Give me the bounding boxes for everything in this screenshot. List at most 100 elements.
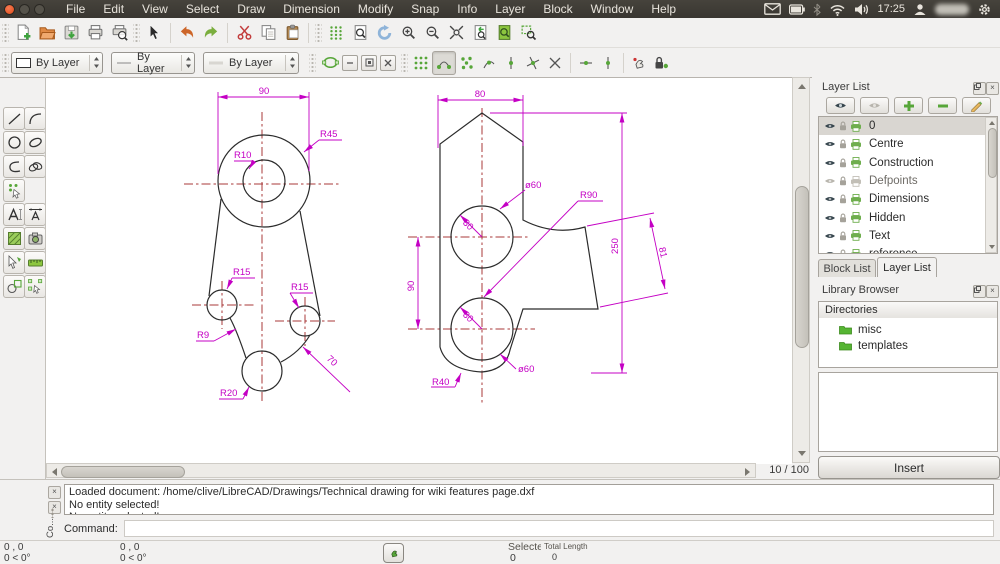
spline-tool-button[interactable] [24, 155, 46, 178]
layer-print-icon[interactable] [850, 175, 862, 187]
scroll-down-arrow[interactable] [798, 451, 806, 456]
print-button[interactable] [83, 21, 107, 45]
menu-item[interactable]: Select [177, 0, 228, 18]
layer-list-scrollbar[interactable] [985, 117, 997, 253]
layer-row[interactable]: Construction [819, 154, 997, 172]
layer-row[interactable]: Centre [819, 135, 997, 153]
layer-lock-icon[interactable] [839, 194, 847, 204]
menu-item[interactable]: Modify [349, 0, 402, 18]
layer-print-icon[interactable] [850, 138, 862, 150]
menu-item[interactable]: Window [582, 0, 643, 18]
library-float-button[interactable] [973, 285, 986, 298]
lock-relative-zero-button[interactable] [650, 52, 672, 74]
layer-row[interactable]: Defpoints [819, 172, 997, 190]
battery-icon[interactable] [789, 3, 806, 15]
snap-middle-button[interactable] [500, 52, 522, 74]
new-file-button[interactable] [11, 21, 35, 45]
save-button[interactable] [59, 21, 83, 45]
layer-panel-float-button[interactable] [973, 82, 986, 95]
layer-visibility-icon[interactable] [824, 195, 836, 203]
layer-visibility-icon[interactable] [824, 140, 836, 148]
text-tool-button[interactable] [3, 203, 25, 226]
combo-spinner[interactable] [181, 54, 192, 71]
select-entity-button[interactable] [318, 51, 342, 75]
paste-button[interactable] [280, 21, 304, 45]
snap-on-entity-button[interactable] [456, 52, 478, 74]
color-combo[interactable]: By Layer [11, 51, 103, 74]
menu-item[interactable]: File [57, 0, 94, 18]
remove-layer-button[interactable] [928, 97, 957, 114]
grab-mode-button[interactable] [383, 543, 404, 563]
layer-print-icon[interactable] [850, 248, 862, 254]
window-minimize-button[interactable] [19, 3, 30, 15]
select-window-button[interactable] [361, 54, 377, 71]
directory-item[interactable]: templates [819, 338, 997, 354]
snap-grid-button[interactable] [410, 52, 432, 74]
layer-lock-icon[interactable] [839, 121, 847, 131]
points-tool-button[interactable] [3, 179, 25, 202]
add-layer-button[interactable] [894, 97, 923, 114]
linetype-combo[interactable]: By Layer [111, 51, 195, 75]
scroll-up-arrow[interactable] [988, 121, 995, 125]
canvas-vertical-scrollbar[interactable] [792, 77, 810, 463]
explode-tool-button[interactable] [24, 275, 46, 298]
zoom-auto-button[interactable] [444, 21, 468, 45]
menu-item[interactable]: Block [534, 0, 581, 18]
deselect-all-button[interactable] [380, 54, 396, 71]
toolbar-handle[interactable] [133, 23, 140, 42]
command-input[interactable] [123, 520, 994, 537]
mail-icon[interactable] [764, 3, 782, 15]
modify-tool-button[interactable] [3, 251, 25, 274]
toolbar-handle[interactable] [309, 53, 316, 72]
snap-center-button[interactable] [478, 52, 500, 74]
redraw-button[interactable] [372, 21, 396, 45]
grid-toggle-button[interactable] [324, 21, 348, 45]
scroll-left-arrow[interactable] [52, 468, 57, 476]
user-icon[interactable] [913, 3, 927, 16]
hide-all-layers-button[interactable] [860, 97, 889, 114]
layer-lock-icon[interactable] [839, 139, 847, 149]
zoom-out-button[interactable] [420, 21, 444, 45]
order-tool-button[interactable] [3, 275, 25, 298]
layer-print-icon[interactable] [850, 120, 862, 132]
vertical-scroll-thumb[interactable] [795, 186, 809, 348]
cut-button[interactable] [232, 21, 256, 45]
dimension-tool-button[interactable] [24, 203, 46, 226]
insert-button[interactable]: Insert [818, 456, 1000, 479]
restrict-horizontal-button[interactable] [575, 52, 597, 74]
line-tool-button[interactable] [3, 107, 25, 130]
toolbar-handle[interactable] [315, 23, 322, 42]
menu-item[interactable]: Info [448, 0, 486, 18]
layer-visibility-icon[interactable] [824, 232, 836, 240]
show-all-layers-button[interactable] [826, 97, 855, 114]
layer-visibility-icon[interactable] [824, 159, 836, 167]
tab-layer-list[interactable]: Layer List [877, 257, 937, 277]
layer-print-icon[interactable] [850, 230, 862, 242]
layer-panel-close-button[interactable]: × [986, 82, 999, 95]
library-close-button[interactable]: × [986, 285, 999, 298]
snap-distance-button[interactable] [544, 52, 566, 74]
toolbar-handle[interactable] [2, 53, 9, 72]
scroll-up-arrow[interactable] [798, 84, 806, 89]
measure-tool-button[interactable] [24, 251, 46, 274]
gear-icon[interactable] [977, 2, 992, 17]
window-maximize-button[interactable] [34, 3, 45, 15]
layer-visibility-icon[interactable] [824, 122, 836, 130]
wifi-icon[interactable] [829, 3, 846, 16]
zoom-window-button[interactable] [516, 21, 540, 45]
arc-tool-button[interactable] [24, 107, 46, 130]
menu-item[interactable]: Dimension [274, 0, 349, 18]
layer-row[interactable]: 0 [819, 117, 997, 136]
layer-scroll-thumb[interactable] [987, 128, 997, 178]
pointer-tool-button[interactable] [142, 21, 166, 45]
clock[interactable]: 17:25 [877, 3, 905, 15]
bluetooth-icon[interactable] [813, 3, 822, 16]
open-file-button[interactable] [35, 21, 59, 45]
layer-row[interactable]: Text [819, 227, 997, 245]
directory-item[interactable]: misc [819, 322, 997, 338]
layer-row[interactable]: Dimensions [819, 190, 997, 208]
layer-lock-icon[interactable] [839, 158, 847, 168]
layer-row[interactable]: reference [819, 245, 997, 254]
layer-lock-icon[interactable] [839, 213, 847, 223]
layer-visibility-icon[interactable] [824, 177, 836, 185]
